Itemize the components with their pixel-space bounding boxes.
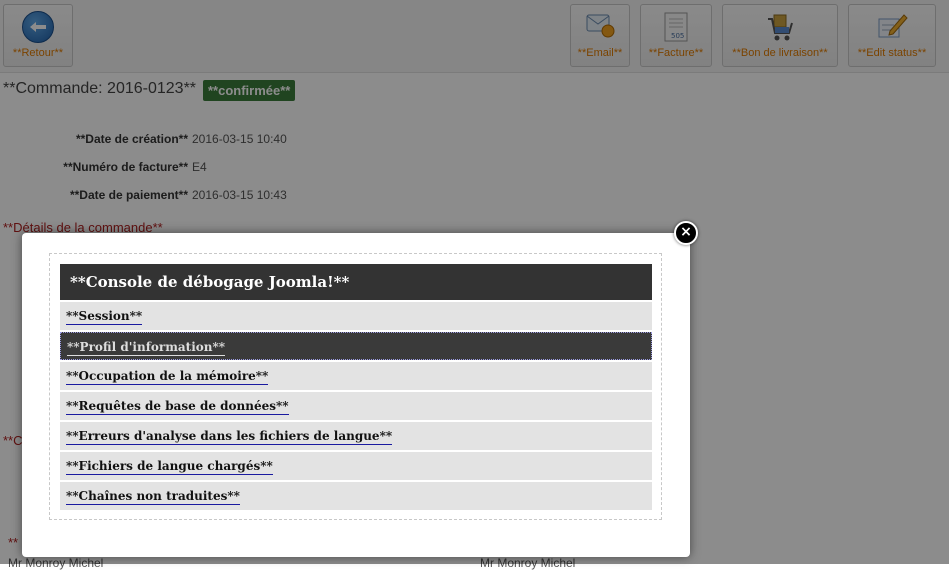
debug-console: **Console de débogage Joomla!** **Sessio…	[60, 264, 652, 512]
console-item-language-errors[interactable]: **Erreurs d'analyse dans les fichiers de…	[60, 422, 652, 450]
console-item-untranslated[interactable]: **Chaînes non traduites**	[60, 482, 652, 510]
console-link-memory[interactable]: **Occupation de la mémoire**	[66, 369, 269, 385]
console-item-language-files[interactable]: **Fichiers de langue chargés**	[60, 452, 652, 480]
console-link-queries[interactable]: **Requêtes de base de données**	[66, 399, 289, 415]
console-item-queries[interactable]: **Requêtes de base de données**	[60, 392, 652, 420]
console-link-language-files[interactable]: **Fichiers de langue chargés**	[66, 459, 273, 475]
debug-console-modal: **Console de débogage Joomla!** **Sessio…	[22, 233, 690, 557]
console-item-profile[interactable]: **Profil d'information**	[60, 332, 652, 360]
console-link-untranslated[interactable]: **Chaînes non traduites**	[66, 489, 240, 505]
console-title: **Console de débogage Joomla!**	[60, 264, 652, 300]
console-item-memory[interactable]: **Occupation de la mémoire**	[60, 362, 652, 390]
close-modal-button[interactable]: ×	[674, 221, 698, 245]
modal-content-frame: **Console de débogage Joomla!** **Sessio…	[49, 253, 662, 520]
console-link-session[interactable]: **Session**	[66, 309, 143, 325]
close-icon: ×	[680, 224, 692, 240]
console-item-session[interactable]: **Session**	[60, 302, 652, 330]
console-link-profile[interactable]: **Profil d'information**	[67, 340, 226, 356]
console-link-language-errors[interactable]: **Erreurs d'analyse dans les fichiers de…	[66, 429, 393, 445]
